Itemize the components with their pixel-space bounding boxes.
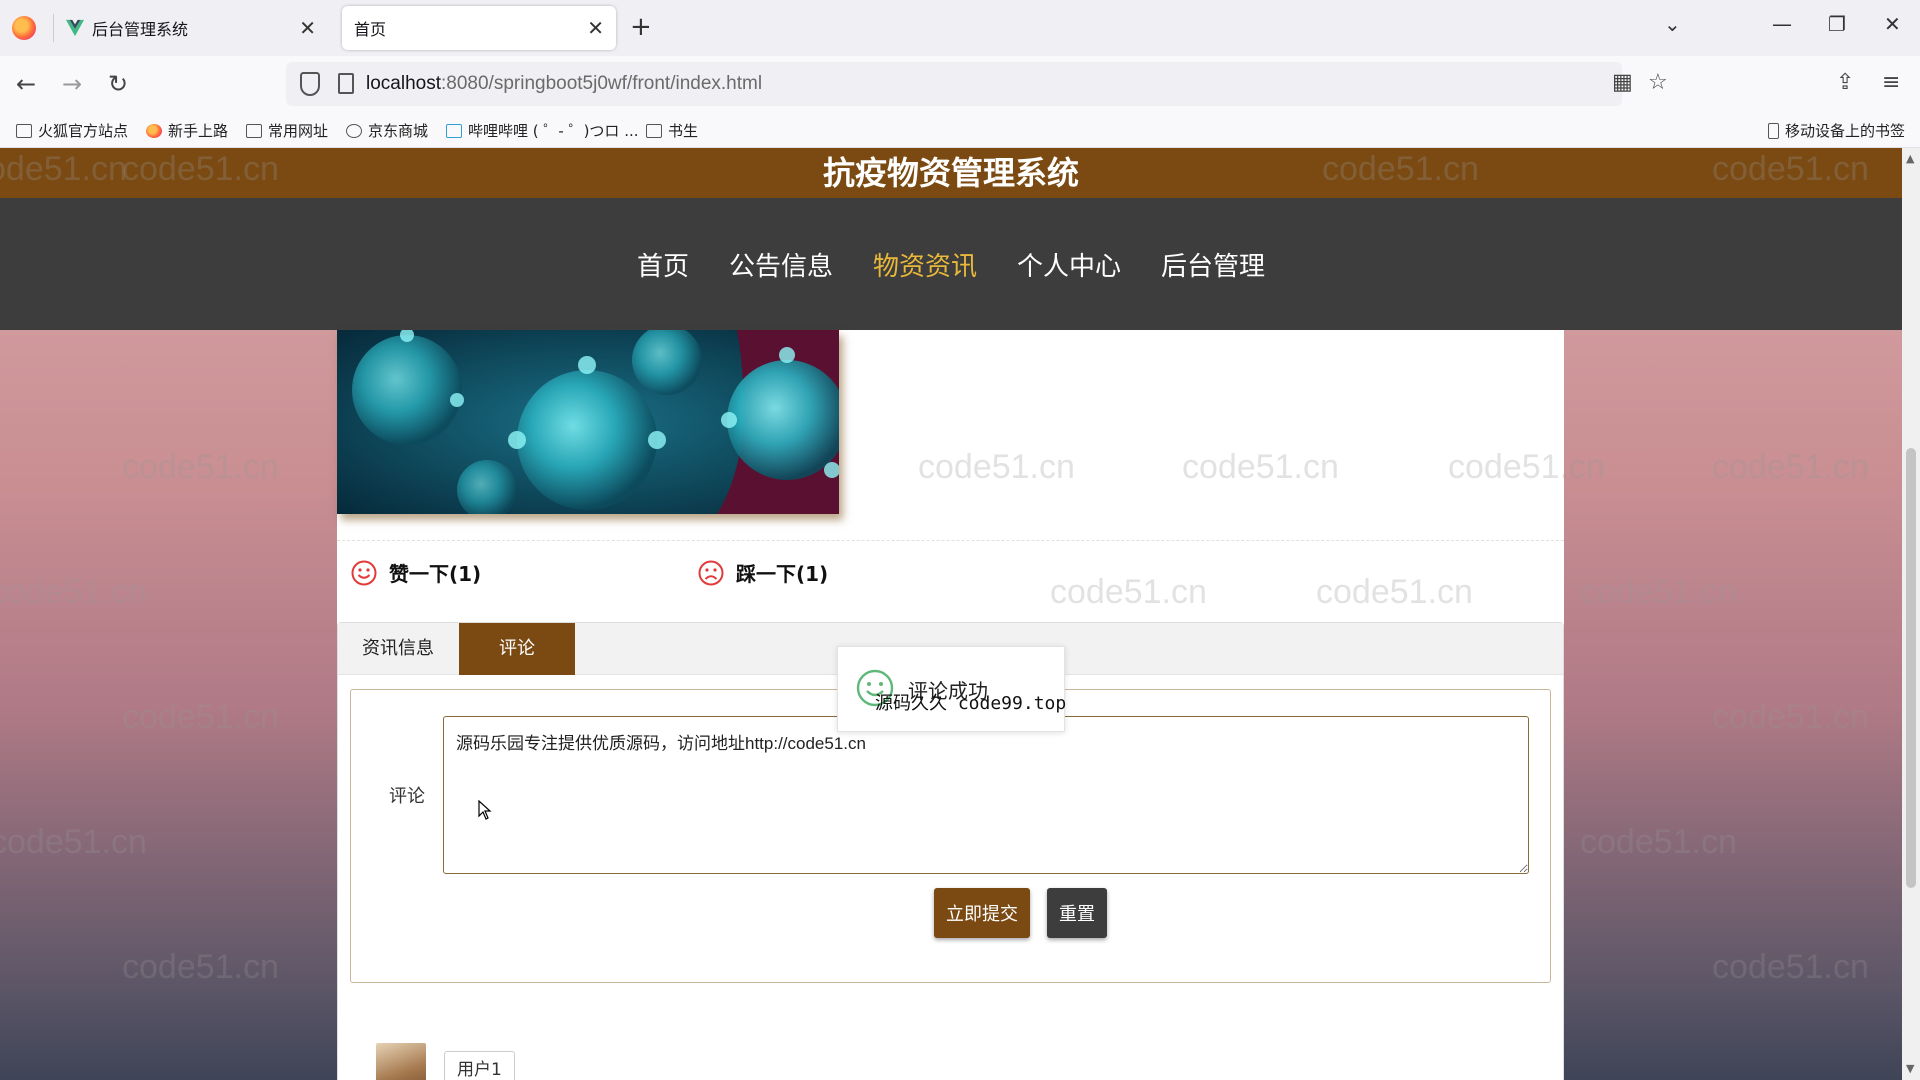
bilibili-icon <box>446 123 462 138</box>
dislike-label: 踩一下(1) <box>736 562 829 586</box>
mouse-cursor-icon <box>478 800 492 820</box>
globe-icon <box>346 123 362 138</box>
url-host: localhost <box>366 73 441 94</box>
menu-icon[interactable]: ≡ <box>1882 70 1900 95</box>
scroll-down-icon[interactable]: ▼ <box>1906 1062 1914 1075</box>
nav-item-news[interactable]: 物资资讯 <box>873 246 977 283</box>
shield-icon[interactable] <box>300 72 320 96</box>
firefox-icon[interactable] <box>12 16 36 40</box>
bookmark-item[interactable]: 哔哩哔哩 ( ゜- ゜)つロ ... <box>446 120 639 141</box>
cover-image <box>337 330 839 514</box>
watermark: code51.cn <box>0 823 147 861</box>
virus-image <box>337 330 839 514</box>
browser-tabstrip: 后台管理系统 ✕ 首页 ✕ + ⌄ — ❐ ✕ <box>0 0 1920 56</box>
tab-title: 首页 <box>354 20 387 39</box>
url-bar[interactable]: localhost:8080/springboot5j0wf/front/ind… <box>286 62 1622 106</box>
comment-form: 评论 源码乐园专注提供优质源码，访问地址http://code51.cn 立即提… <box>350 689 1551 983</box>
dislike-button[interactable]: 踩一下(1) <box>698 558 828 587</box>
watermark: code51.cn <box>0 573 147 611</box>
reset-button[interactable]: 重置 <box>1047 888 1107 938</box>
mobile-bookmarks[interactable]: 移动设备上的书签 <box>1768 120 1905 141</box>
bookmark-label: 新手上路 <box>168 122 229 140</box>
page-scrollbar[interactable]: ▲ ▼ <box>1902 148 1920 1080</box>
phone-icon <box>1768 122 1779 139</box>
new-tab-button[interactable]: + <box>630 12 652 42</box>
back-arrow-icon[interactable]: ← <box>16 70 36 98</box>
bookmark-label: 哔哩哔哩 ( ゜- ゜)つロ ... <box>468 122 639 140</box>
bookmark-item[interactable]: 书生 <box>646 120 698 141</box>
site-header: 抗疫物资管理系统 <box>0 148 1902 198</box>
browser-tab-home[interactable]: 首页 ✕ <box>342 6 616 50</box>
restore-icon[interactable]: ❐ <box>1828 12 1846 36</box>
smile-icon <box>351 560 377 585</box>
submit-button[interactable]: 立即提交 <box>934 888 1030 938</box>
vue-icon <box>66 19 84 37</box>
tab-list-chevron-icon[interactable]: ⌄ <box>1664 12 1681 36</box>
forward-arrow-icon[interactable]: → <box>62 70 82 98</box>
bookmarks-bar: 火狐官方站点 新手上路 常用网址 京东商城 哔哩哔哩 ( ゜- ゜)つロ ...… <box>0 112 1920 148</box>
bookmark-star-icon[interactable]: ☆ <box>1648 70 1668 95</box>
watermark: code51.cn <box>122 448 279 486</box>
watermark: code51.cn <box>1580 823 1737 861</box>
folder-icon <box>246 123 262 138</box>
folder-icon <box>16 123 32 138</box>
bookmark-item[interactable]: 常用网址 <box>246 120 328 141</box>
bookmark-label: 常用网址 <box>268 122 329 140</box>
site-title: 抗疫物资管理系统 <box>822 154 1079 192</box>
tab-close-icon[interactable]: ✕ <box>587 16 604 40</box>
watermark: code51.cn <box>1580 573 1737 611</box>
watermark: code51.cn <box>122 948 279 986</box>
tab-comment[interactable]: 评论 <box>459 623 575 675</box>
site-nav: 首页 公告信息 物资资讯 个人中心 后台管理 <box>0 198 1902 330</box>
like-button[interactable]: 赞一下(1) <box>351 558 481 587</box>
firefox-icon <box>146 123 162 138</box>
frown-icon <box>698 560 724 585</box>
reload-icon[interactable]: ↻ <box>108 70 128 98</box>
tab-news-info[interactable]: 资讯信息 <box>338 623 458 675</box>
url-text[interactable]: localhost:8080/springboot5j0wf/front/ind… <box>366 73 762 95</box>
bookmark-item[interactable]: 火狐官方站点 <box>16 120 128 141</box>
extensions-icon[interactable]: ⇪ <box>1836 70 1854 95</box>
nav-item-notices[interactable]: 公告信息 <box>729 246 833 283</box>
bookmark-label: 移动设备上的书签 <box>1785 122 1906 140</box>
watermark: code51.cn <box>122 698 279 736</box>
avatar <box>376 1043 426 1080</box>
minimize-icon[interactable]: — <box>1772 12 1792 36</box>
qr-code-icon[interactable]: ▦ <box>1612 70 1633 95</box>
page-viewport: 抗疫物资管理系统 首页 公告信息 物资资讯 个人中心 后台管理 赞一下(1) 踩… <box>0 148 1902 1080</box>
bookmark-item[interactable]: 新手上路 <box>146 120 228 141</box>
bookmark-label: 京东商城 <box>368 122 429 140</box>
bookmark-label: 火狐官方站点 <box>38 122 129 140</box>
comment-username: 用户1 <box>444 1051 515 1080</box>
close-window-icon[interactable]: ✕ <box>1884 12 1901 36</box>
nav-item-profile[interactable]: 个人中心 <box>1017 246 1121 283</box>
watermark: code51.cn <box>1712 698 1869 736</box>
success-toast: 评论成功 源码久久 code99.top <box>837 646 1067 732</box>
browser-tab-admin[interactable]: 后台管理系统 ✕ <box>54 6 328 50</box>
bookmark-label: 书生 <box>668 122 699 140</box>
nav-item-home[interactable]: 首页 <box>637 246 689 283</box>
scroll-up-icon[interactable]: ▲ <box>1906 152 1914 165</box>
nav-item-admin[interactable]: 后台管理 <box>1161 246 1265 283</box>
watermark: code51.cn <box>1712 948 1869 986</box>
divider <box>337 540 1564 541</box>
url-path: :8080/springboot5j0wf/front/index.html <box>441 73 763 94</box>
folder-icon <box>646 123 662 138</box>
browser-navbar: ← → ↻ localhost:8080/springboot5j0wf/fro… <box>0 56 1920 112</box>
bookmark-item[interactable]: 京东商城 <box>346 120 428 141</box>
toast-overlay-text: 源码久久 code99.top <box>875 693 1067 714</box>
watermark: code51.cn <box>1712 448 1869 486</box>
scrollbar-thumb[interactable] <box>1906 448 1916 888</box>
page-icon[interactable] <box>338 73 354 94</box>
comment-textarea[interactable]: 源码乐园专注提供优质源码，访问地址http://code51.cn <box>443 716 1529 874</box>
tab-title: 后台管理系统 <box>92 20 189 39</box>
comment-label: 评论 <box>389 786 425 807</box>
like-label: 赞一下(1) <box>389 562 482 586</box>
tab-close-icon[interactable]: ✕ <box>299 16 316 40</box>
